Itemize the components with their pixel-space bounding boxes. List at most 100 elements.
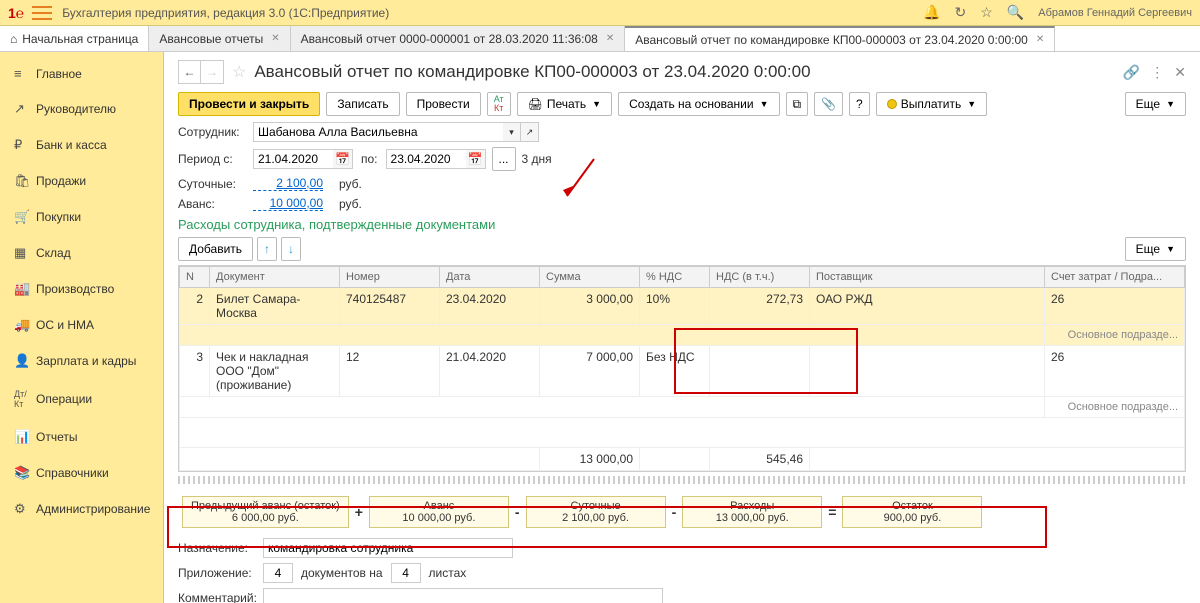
- table-row[interactable]: 3 Чек и накладная ООО "Дом" (проживание)…: [180, 346, 1185, 397]
- sidebar-item-bank[interactable]: ₽Банк и касса: [0, 127, 163, 163]
- print-button[interactable]: 🖨Печать▼: [517, 92, 612, 116]
- summary-perdiem: Суточные2 100,00 руб.: [526, 496, 666, 528]
- sidebar-item-production[interactable]: 🏭Производство: [0, 271, 163, 307]
- post-close-button[interactable]: Провести и закрыть: [178, 92, 320, 116]
- sidebar-item-sales[interactable]: 🛍Продажи: [0, 163, 163, 199]
- sidebar-item-purchases[interactable]: 🛒Покупки: [0, 199, 163, 235]
- link-icon[interactable]: 🔗: [1123, 64, 1140, 81]
- chart-icon: 📊: [14, 429, 36, 445]
- move-up-button[interactable]: ↑: [257, 237, 277, 261]
- sidebar-item-manager[interactable]: ↗Руководителю: [0, 91, 163, 127]
- expenses-section-title: Расходы сотрудника, подтвержденные докум…: [178, 217, 1186, 232]
- more-button[interactable]: Еще▼: [1125, 92, 1186, 116]
- col-acct[interactable]: Счет затрат / Подра...: [1045, 267, 1185, 288]
- add-row-button[interactable]: Добавить: [178, 237, 253, 261]
- col-doc[interactable]: Документ: [210, 267, 340, 288]
- summary-expenses: Расходы13 000,00 руб.: [682, 496, 822, 528]
- summary-prev: Предыдущий аванс (остаток)6 000,00 руб.: [182, 496, 349, 528]
- arrow-icon: ↗: [14, 101, 36, 117]
- grid-icon: ▦: [14, 245, 36, 261]
- structure-icon: ⧉: [793, 97, 802, 112]
- sidebar-item-admin[interactable]: ⚙Администрирование: [0, 491, 163, 527]
- table-row-sub[interactable]: Основное подразде...: [180, 325, 1185, 346]
- nav-back-button[interactable]: ←: [179, 61, 201, 83]
- sidebar-item-reports[interactable]: 📊Отчеты: [0, 419, 163, 455]
- sidebar: ≡Главное ↗Руководителю ₽Банк и касса 🛍Пр…: [0, 52, 164, 603]
- close-icon[interactable]: ✕: [271, 33, 279, 44]
- topbar: 1℮ Бухгалтерия предприятия, редакция 3.0…: [0, 0, 1200, 26]
- sidebar-item-catalogs[interactable]: 📚Справочники: [0, 455, 163, 491]
- period-to-input[interactable]: [386, 149, 466, 169]
- table-row-sub[interactable]: Основное подразде...: [180, 397, 1185, 418]
- app-logo: 1℮: [8, 5, 24, 21]
- sidebar-item-stock[interactable]: ▦Склад: [0, 235, 163, 271]
- close-icon[interactable]: ✕: [1174, 64, 1186, 81]
- col-date[interactable]: Дата: [440, 267, 540, 288]
- col-vat[interactable]: НДС (в т.ч.): [710, 267, 810, 288]
- col-num[interactable]: Номер: [340, 267, 440, 288]
- dtkt-button[interactable]: АтКт: [487, 92, 511, 116]
- user-name[interactable]: Абрамов Геннадий Сергеевич: [1038, 7, 1192, 19]
- favorite-star-icon[interactable]: ☆: [232, 62, 246, 82]
- rub-label: руб.: [339, 177, 362, 191]
- sidebar-item-main[interactable]: ≡Главное: [0, 56, 163, 91]
- perdiem-value[interactable]: 2 100,00: [253, 176, 323, 191]
- comment-input[interactable]: [263, 588, 663, 603]
- attach-count-input[interactable]: [263, 563, 293, 583]
- tab-home[interactable]: ⌂Начальная страница: [0, 26, 149, 51]
- app-title: Бухгалтерия предприятия, редакция 3.0 (1…: [62, 6, 389, 20]
- summary-advance: Аванс10 000,00 руб.: [369, 496, 509, 528]
- advance-value[interactable]: 10 000,00: [253, 196, 323, 211]
- caret-down-icon: ▼: [1166, 99, 1175, 109]
- expenses-table: N Документ Номер Дата Сумма % НДС НДС (в…: [178, 265, 1186, 472]
- calendar-icon[interactable]: 📅: [466, 149, 486, 169]
- sidebar-item-assets[interactable]: 🚚ОС и НМА: [0, 307, 163, 343]
- nav-forward-button[interactable]: →: [201, 61, 223, 83]
- attach-pages-input[interactable]: [391, 563, 421, 583]
- close-icon[interactable]: ✕: [1036, 34, 1044, 45]
- col-vatpct[interactable]: % НДС: [640, 267, 710, 288]
- hamburger-icon[interactable]: [32, 6, 52, 20]
- employee-input[interactable]: [253, 122, 503, 142]
- scrollbar[interactable]: [178, 476, 1186, 484]
- search-icon[interactable]: 🔍: [1007, 4, 1024, 21]
- bag-icon: 🛍: [14, 173, 36, 189]
- post-button[interactable]: Провести: [406, 92, 481, 116]
- sidebar-item-salary[interactable]: 👤Зарплата и кадры: [0, 343, 163, 379]
- col-n[interactable]: N: [180, 267, 210, 288]
- attach-button[interactable]: 📎: [814, 92, 843, 116]
- purpose-input[interactable]: [263, 538, 513, 558]
- sidebar-item-operations[interactable]: Дт/КтОперации: [0, 379, 163, 419]
- period-to-field[interactable]: 📅: [386, 149, 486, 169]
- table-row[interactable]: 2 Билет Самара-Москва 740125487 23.04.20…: [180, 288, 1185, 325]
- calendar-icon[interactable]: 📅: [333, 149, 353, 169]
- coin-icon: [887, 99, 897, 109]
- table-more-button[interactable]: Еще▼: [1125, 237, 1186, 261]
- save-button[interactable]: Записать: [326, 92, 399, 116]
- ellipsis-button[interactable]: ...: [492, 147, 516, 171]
- comment-label: Комментарий:: [178, 591, 263, 603]
- tab-doc2[interactable]: Авансовый отчет по командировке КП00-000…: [625, 26, 1055, 51]
- tab-doc1[interactable]: Авансовый отчет 0000-000001 от 28.03.202…: [291, 26, 626, 51]
- period-from-field[interactable]: 📅: [253, 149, 353, 169]
- col-vendor[interactable]: Поставщик: [810, 267, 1045, 288]
- dropdown-icon[interactable]: ▾: [503, 122, 521, 142]
- close-icon[interactable]: ✕: [606, 33, 614, 44]
- period-from-input[interactable]: [253, 149, 333, 169]
- help-button[interactable]: ?: [849, 92, 870, 116]
- employee-label: Сотрудник:: [178, 125, 253, 139]
- purpose-label: Назначение:: [178, 541, 263, 555]
- days-label: 3 дня: [522, 152, 552, 166]
- col-sum[interactable]: Сумма: [540, 267, 640, 288]
- kebab-icon[interactable]: ⋮: [1150, 64, 1164, 81]
- history-icon[interactable]: ↻: [955, 4, 967, 21]
- tab-reports[interactable]: Авансовые отчеты✕: [149, 26, 290, 51]
- expand-icon[interactable]: ↗: [521, 122, 539, 142]
- move-down-button[interactable]: ↓: [281, 237, 301, 261]
- pay-button[interactable]: Выплатить▼: [876, 92, 987, 116]
- bell-icon[interactable]: 🔔: [923, 4, 940, 21]
- structure-button[interactable]: ⧉: [786, 92, 809, 116]
- employee-field[interactable]: ▾ ↗: [253, 122, 539, 142]
- star-icon[interactable]: ☆: [980, 4, 993, 21]
- create-based-button[interactable]: Создать на основании▼: [618, 92, 779, 116]
